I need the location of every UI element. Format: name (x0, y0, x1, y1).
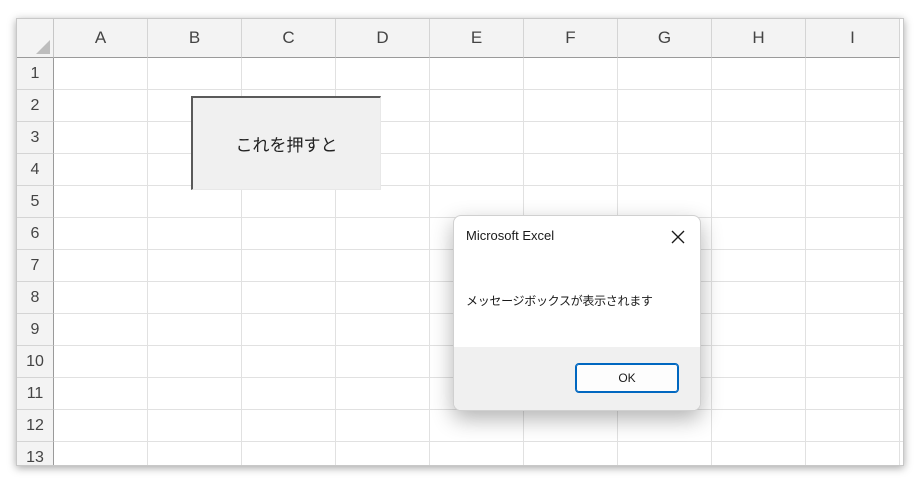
row-header-8[interactable]: 8 (17, 282, 54, 314)
row-header-5[interactable]: 5 (17, 186, 54, 218)
message-box-dialog: Microsoft Excel メッセージボックスが表示されます OK (453, 215, 701, 411)
column-header-b[interactable]: B (148, 19, 242, 58)
row-header-3[interactable]: 3 (17, 122, 54, 154)
row-header-13[interactable]: 13 (17, 442, 54, 465)
gridline-vertical (805, 58, 806, 465)
column-header-a[interactable]: A (54, 19, 148, 58)
row-header-12[interactable]: 12 (17, 410, 54, 442)
gridline-vertical (711, 58, 712, 465)
gridline-horizontal (54, 153, 903, 154)
dialog-title: Microsoft Excel (466, 228, 555, 243)
excel-window: A B C D E F G H I 1 2 3 4 5 6 7 8 9 10 11 12 13 これを押すと Micros… (16, 18, 904, 466)
row-header-2[interactable]: 2 (17, 90, 54, 122)
ok-button[interactable]: OK (575, 363, 679, 393)
gridline-horizontal (54, 121, 903, 122)
column-header-f[interactable]: F (524, 19, 618, 58)
row-header-7[interactable]: 7 (17, 250, 54, 282)
column-header-e[interactable]: E (430, 19, 524, 58)
gridline-horizontal (54, 89, 903, 90)
column-header-d[interactable]: D (336, 19, 430, 58)
column-header-h[interactable]: H (712, 19, 806, 58)
macro-button[interactable]: これを押すと (191, 96, 381, 190)
column-header-c[interactable]: C (242, 19, 336, 58)
row-header-4[interactable]: 4 (17, 154, 54, 186)
gridline-vertical (429, 58, 430, 465)
gridline-vertical (147, 58, 148, 465)
select-all-triangle-icon (36, 40, 50, 54)
row-header-1[interactable]: 1 (17, 58, 54, 90)
column-header-g[interactable]: G (618, 19, 712, 58)
dialog-message: メッセージボックスが表示されます (466, 294, 653, 308)
row-header-9[interactable]: 9 (17, 314, 54, 346)
gridline-horizontal (54, 185, 903, 186)
row-header-6[interactable]: 6 (17, 218, 54, 250)
gridline-vertical (899, 58, 900, 465)
row-header-11[interactable]: 11 (17, 378, 54, 410)
dialog-footer: OK (454, 347, 700, 410)
row-header-10[interactable]: 10 (17, 346, 54, 378)
close-icon[interactable] (664, 224, 692, 250)
select-all-corner[interactable] (17, 19, 54, 58)
column-header-i[interactable]: I (806, 19, 900, 58)
gridline-horizontal (54, 441, 903, 442)
